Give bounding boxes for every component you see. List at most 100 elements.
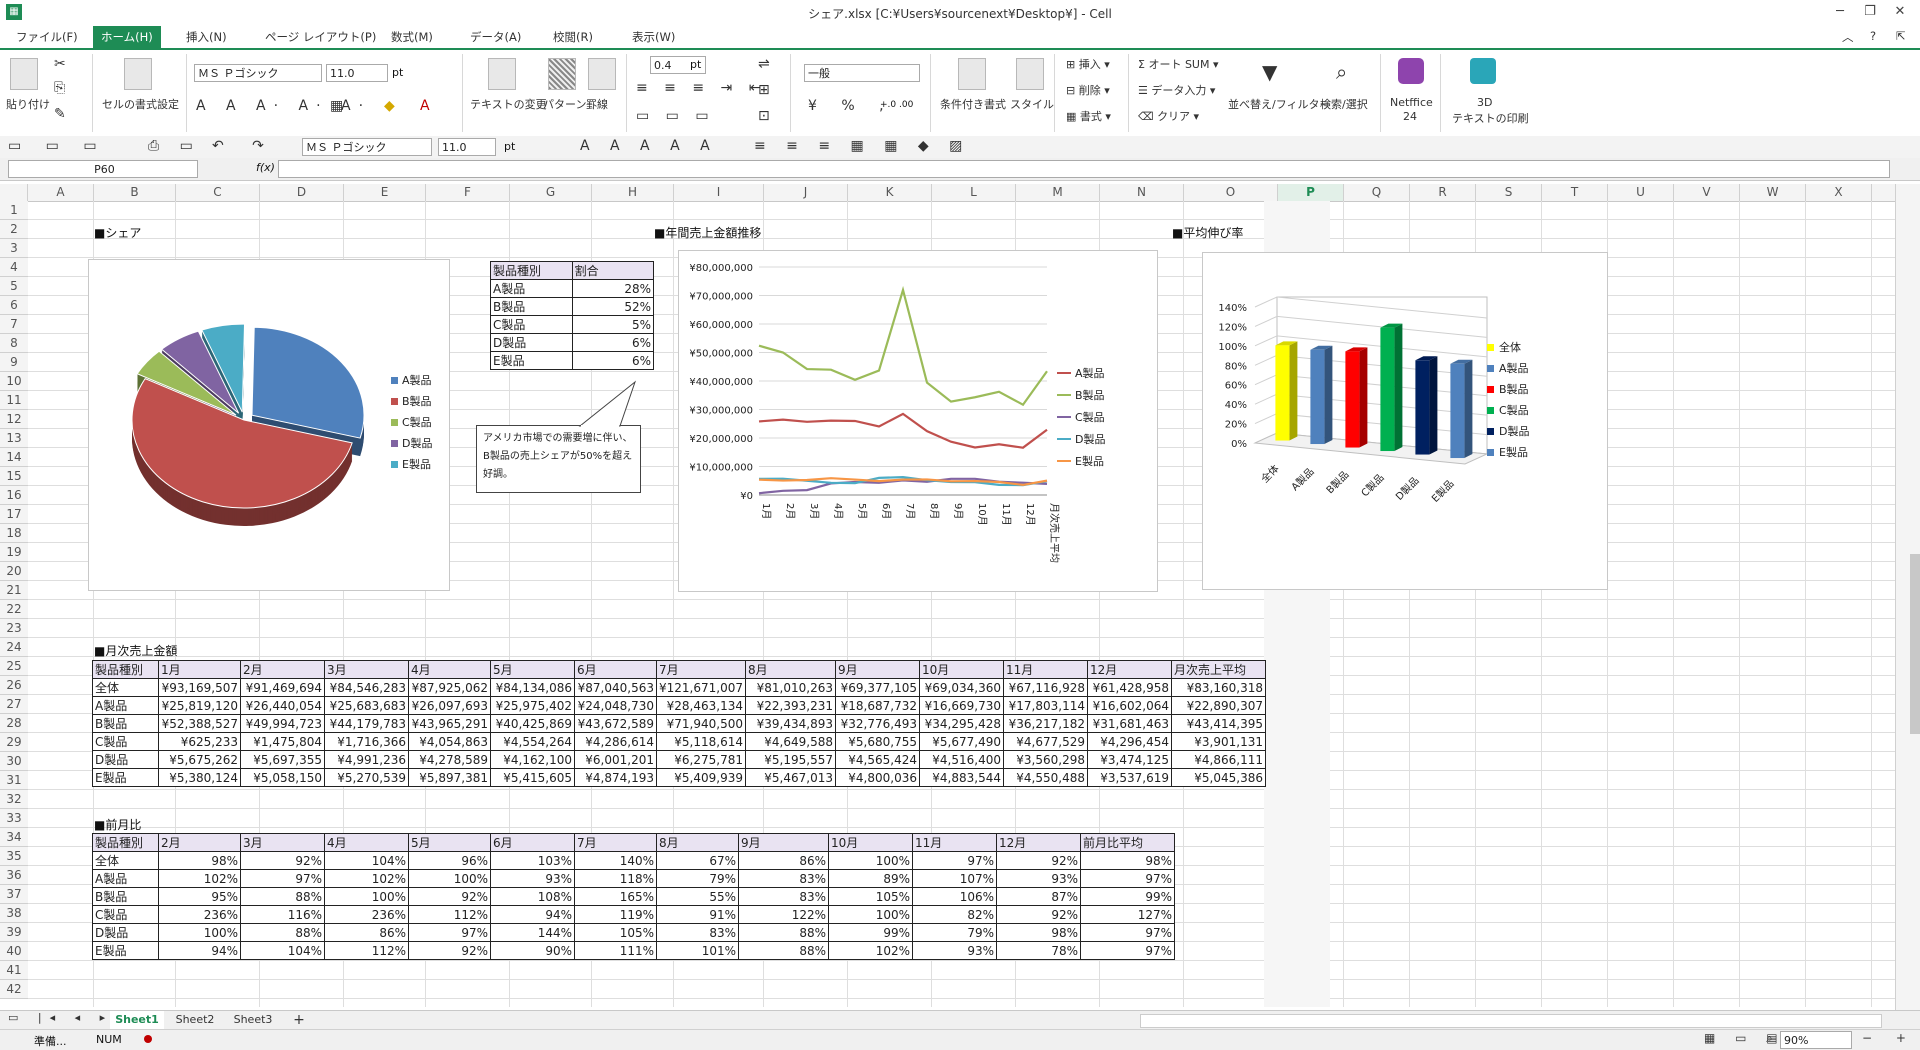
table-cell[interactable]: 94% bbox=[490, 905, 575, 924]
table-cell[interactable]: 100% bbox=[828, 851, 913, 870]
table-cell[interactable]: 127% bbox=[1080, 905, 1175, 924]
table-cell[interactable]: ¥6,001,201 bbox=[574, 750, 657, 769]
font-size-combo[interactable]: 11.0 bbox=[326, 64, 388, 82]
header-cell[interactable]: 2月 bbox=[158, 833, 241, 852]
column-header-l[interactable]: L bbox=[932, 184, 1016, 201]
table-cell[interactable]: C製品 bbox=[490, 315, 573, 334]
table-cell[interactable]: 全体 bbox=[92, 851, 159, 870]
table-cell[interactable]: 111% bbox=[574, 941, 657, 960]
table-cell[interactable]: ¥43,672,589 bbox=[574, 714, 657, 733]
table-cell[interactable]: ¥1,475,804 bbox=[240, 732, 325, 751]
table-cell[interactable]: 93% bbox=[996, 869, 1081, 888]
table-cell[interactable]: ¥5,118,614 bbox=[656, 732, 746, 751]
table-cell[interactable]: B製品 bbox=[92, 887, 159, 906]
table-cell[interactable]: 95% bbox=[158, 887, 241, 906]
find-select-icon[interactable]: ⌕ bbox=[1336, 60, 1347, 84]
table-cell[interactable]: ¥5,415,605 bbox=[490, 768, 575, 787]
column-header-d[interactable]: D bbox=[260, 184, 344, 201]
column-header-n[interactable]: N bbox=[1100, 184, 1184, 201]
row-header-11[interactable]: 11 bbox=[0, 391, 28, 410]
table-cell[interactable]: ¥625,233 bbox=[158, 732, 241, 751]
zoom-buttons[interactable]: − + bbox=[1862, 1031, 1916, 1045]
table-cell[interactable]: ¥87,925,062 bbox=[408, 678, 491, 697]
table-cell[interactable]: ¥81,010,263 bbox=[744, 678, 836, 697]
table-cell[interactable]: ¥4,554,264 bbox=[490, 732, 575, 751]
table-cell[interactable]: 102% bbox=[158, 869, 241, 888]
row-header-31[interactable]: 31 bbox=[0, 771, 28, 790]
pie-chart-box[interactable]: A製品 B製品 C製品 D製品 E製品 bbox=[88, 259, 450, 591]
line-series-2[interactable] bbox=[758, 285, 1048, 407]
conditional-format-icon[interactable] bbox=[958, 58, 986, 90]
table-cell[interactable]: B製品 bbox=[490, 297, 573, 316]
table-cell[interactable]: ¥17,803,114 bbox=[1002, 696, 1088, 715]
toolbar-align-buttons[interactable]: ≡ ≡ ≡ ▦ ▦ ◆ ▨ bbox=[754, 138, 970, 154]
file-buttons[interactable]: ▭ ▭ ▭ bbox=[8, 138, 107, 154]
table-cell[interactable]: ¥39,434,893 bbox=[744, 714, 836, 733]
table-cell[interactable]: 87% bbox=[996, 887, 1081, 906]
table-cell[interactable]: ¥44,179,783 bbox=[324, 714, 409, 733]
row-header-21[interactable]: 21 bbox=[0, 581, 28, 600]
table-cell[interactable]: A製品 bbox=[92, 869, 159, 888]
header-cell[interactable]: 11月 bbox=[912, 833, 997, 852]
table-cell[interactable]: ¥40,425,869 bbox=[490, 714, 575, 733]
table-cell[interactable]: 91% bbox=[656, 905, 739, 924]
header-cell[interactable]: 製品種別 bbox=[92, 833, 159, 852]
menu-formulas[interactable]: 数式(M) bbox=[391, 29, 433, 45]
sheet-tab-1[interactable]: Sheet1 bbox=[110, 1011, 164, 1031]
add-sheet-icon[interactable]: + bbox=[288, 1011, 310, 1029]
table-cell[interactable]: ¥5,680,755 bbox=[834, 732, 920, 751]
column-header-f[interactable]: F bbox=[426, 184, 510, 201]
bar-6[interactable] bbox=[1450, 359, 1473, 459]
row-header-26[interactable]: 26 bbox=[0, 676, 28, 695]
row-header-5[interactable]: 5 bbox=[0, 277, 28, 296]
table-cell[interactable]: 82% bbox=[912, 905, 997, 924]
table-cell[interactable]: ¥34,295,428 bbox=[918, 714, 1004, 733]
table-cell[interactable]: 88% bbox=[240, 923, 325, 942]
row-header-16[interactable]: 16 bbox=[0, 486, 28, 505]
table-cell[interactable]: 93% bbox=[490, 869, 575, 888]
header-cell[interactable]: 6月 bbox=[574, 660, 657, 679]
paste-icon[interactable] bbox=[10, 58, 38, 90]
table-cell[interactable]: ¥25,683,683 bbox=[324, 696, 409, 715]
table-cell[interactable]: E製品 bbox=[92, 941, 159, 960]
ribbon-pin-icon[interactable]: ⇱ bbox=[1896, 29, 1906, 43]
header-cell[interactable]: 製品種別 bbox=[490, 261, 573, 280]
row-header-9[interactable]: 9 bbox=[0, 353, 28, 372]
table-cell[interactable]: ¥69,034,360 bbox=[918, 678, 1004, 697]
table-cell[interactable]: D製品 bbox=[490, 333, 573, 352]
table-cell[interactable]: ¥43,414,395 bbox=[1170, 714, 1266, 733]
restore-button[interactable]: ❐ bbox=[1856, 4, 1884, 22]
table-cell[interactable]: ¥61,428,958 bbox=[1086, 678, 1172, 697]
column-header-o[interactable]: O bbox=[1184, 184, 1278, 201]
print-buttons[interactable]: ⎙ ▭ bbox=[148, 138, 201, 154]
sort-filter-icon[interactable]: ▼ bbox=[1262, 60, 1277, 84]
text-change-icon[interactable] bbox=[488, 58, 516, 90]
table-cell[interactable]: 112% bbox=[408, 905, 491, 924]
header-cell[interactable]: 5月 bbox=[490, 660, 575, 679]
row-header-1[interactable]: 1 bbox=[0, 201, 28, 220]
table-cell[interactable]: ¥28,463,134 bbox=[656, 696, 746, 715]
row-header-14[interactable]: 14 bbox=[0, 448, 28, 467]
table-cell[interactable]: 99% bbox=[1080, 887, 1175, 906]
table-cell[interactable]: ¥5,675,262 bbox=[158, 750, 241, 769]
font-color-icon[interactable]: A bbox=[420, 98, 430, 114]
table-cell[interactable]: 86% bbox=[738, 851, 829, 870]
row-header-29[interactable]: 29 bbox=[0, 733, 28, 752]
header-cell[interactable]: 1月 bbox=[158, 660, 241, 679]
header-cell[interactable]: 9月 bbox=[834, 660, 920, 679]
table-cell[interactable]: ¥1,716,366 bbox=[324, 732, 409, 751]
column-header-g[interactable]: G bbox=[510, 184, 592, 201]
table-cell[interactable]: ¥84,546,283 bbox=[324, 678, 409, 697]
table-cell[interactable]: ¥71,940,500 bbox=[656, 714, 746, 733]
table-cell[interactable]: ¥26,097,693 bbox=[408, 696, 491, 715]
table-cell[interactable]: 97% bbox=[912, 851, 997, 870]
table-cell[interactable]: ¥5,380,124 bbox=[158, 768, 241, 787]
vertical-scrollbar[interactable] bbox=[1895, 184, 1920, 1010]
table-cell[interactable]: ¥52,388,527 bbox=[158, 714, 241, 733]
row-header-34[interactable]: 34 bbox=[0, 828, 28, 847]
formula-input[interactable] bbox=[278, 160, 1890, 178]
font-name-combo[interactable]: ＭＳ Ｐゴシック bbox=[194, 64, 322, 82]
table-cell[interactable]: E製品 bbox=[490, 351, 573, 370]
bar-chart-box[interactable]: 0% 20% 40% 60% 80% 100% 120% 140% 全体 A製品 B製品 C製品 D製品… bbox=[1202, 252, 1608, 590]
table-cell[interactable]: ¥4,565,424 bbox=[834, 750, 920, 769]
